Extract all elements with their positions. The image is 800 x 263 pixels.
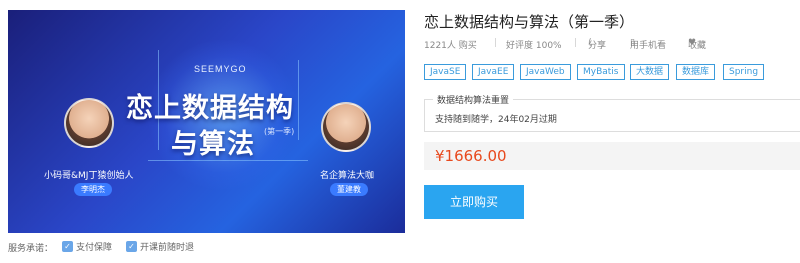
service-item-label: 支付保障: [76, 243, 113, 253]
service-item-refund: ✓ 开课前随时退: [126, 240, 194, 253]
tag-spring[interactable]: Spring: [723, 64, 765, 80]
service-item-label: 开课前随时退: [140, 243, 195, 253]
service-item-payment: ✓ 支付保障: [62, 240, 112, 253]
course-title: 恋上数据结构与算法（第一季）: [424, 13, 635, 31]
buyers-count: 1221人 购买: [424, 41, 477, 51]
rating-text: 好评度 100%: [506, 41, 562, 51]
favorite-label: 收藏: [688, 41, 707, 51]
instructor-avatar-right: [321, 102, 371, 152]
course-meta: 1221人 购买 | 好评度 100% | ⟨ 分享 ▯ 用手机看 ♥ 收藏: [424, 38, 794, 52]
price-box: ¥1666.00: [424, 142, 800, 170]
mobile-view-label: 用手机看: [630, 41, 667, 51]
tag-javase[interactable]: JavaSE: [424, 64, 467, 80]
plan-name: 数据结构算法重置: [433, 93, 514, 106]
tag-javaweb[interactable]: JavaWeb: [520, 64, 571, 80]
instructor-right-name: 董建教: [330, 183, 368, 196]
instructor-left-name: 李明杰: [74, 183, 112, 196]
tag-bigdata[interactable]: 大数据: [630, 64, 670, 80]
shield-icon: ✓: [62, 241, 73, 252]
banner-brand: SEEMYGO: [194, 64, 247, 74]
meta-divider: |: [494, 38, 498, 48]
banner-title-line1: 恋上数据结构: [126, 93, 294, 124]
instructor-left-title: 小码哥&MJ丁猿创始人: [44, 171, 134, 181]
tag-javaee[interactable]: JavaEE: [472, 64, 515, 80]
share-label: 分享: [588, 41, 607, 51]
course-banner[interactable]: SEEMYGO 恋上数据结构 与算法 (第一季) 小码哥&MJ丁猿创始人 李明杰…: [8, 10, 405, 233]
buy-now-button[interactable]: 立即购买: [424, 185, 524, 219]
instructor-avatar-left: [64, 98, 114, 148]
course-price: ¥1666.00: [435, 147, 507, 165]
instructor-right-title: 名企算法大咖: [320, 171, 375, 181]
plan-description: 支持随到随学，24年02月过期: [435, 115, 557, 125]
banner-season: (第一季): [264, 127, 295, 136]
tag-mybatis[interactable]: MyBatis: [577, 64, 625, 80]
shield-icon: ✓: [126, 241, 137, 252]
tag-database[interactable]: 数据库: [676, 64, 716, 80]
meta-divider: |: [574, 38, 578, 48]
banner-deco-line: [298, 60, 299, 140]
service-label: 服务承诺：: [8, 244, 54, 254]
banner-title-line2: 与算法: [171, 129, 255, 160]
plan-box: 数据结构算法重置 支持随到随学，24年02月过期: [424, 93, 800, 132]
